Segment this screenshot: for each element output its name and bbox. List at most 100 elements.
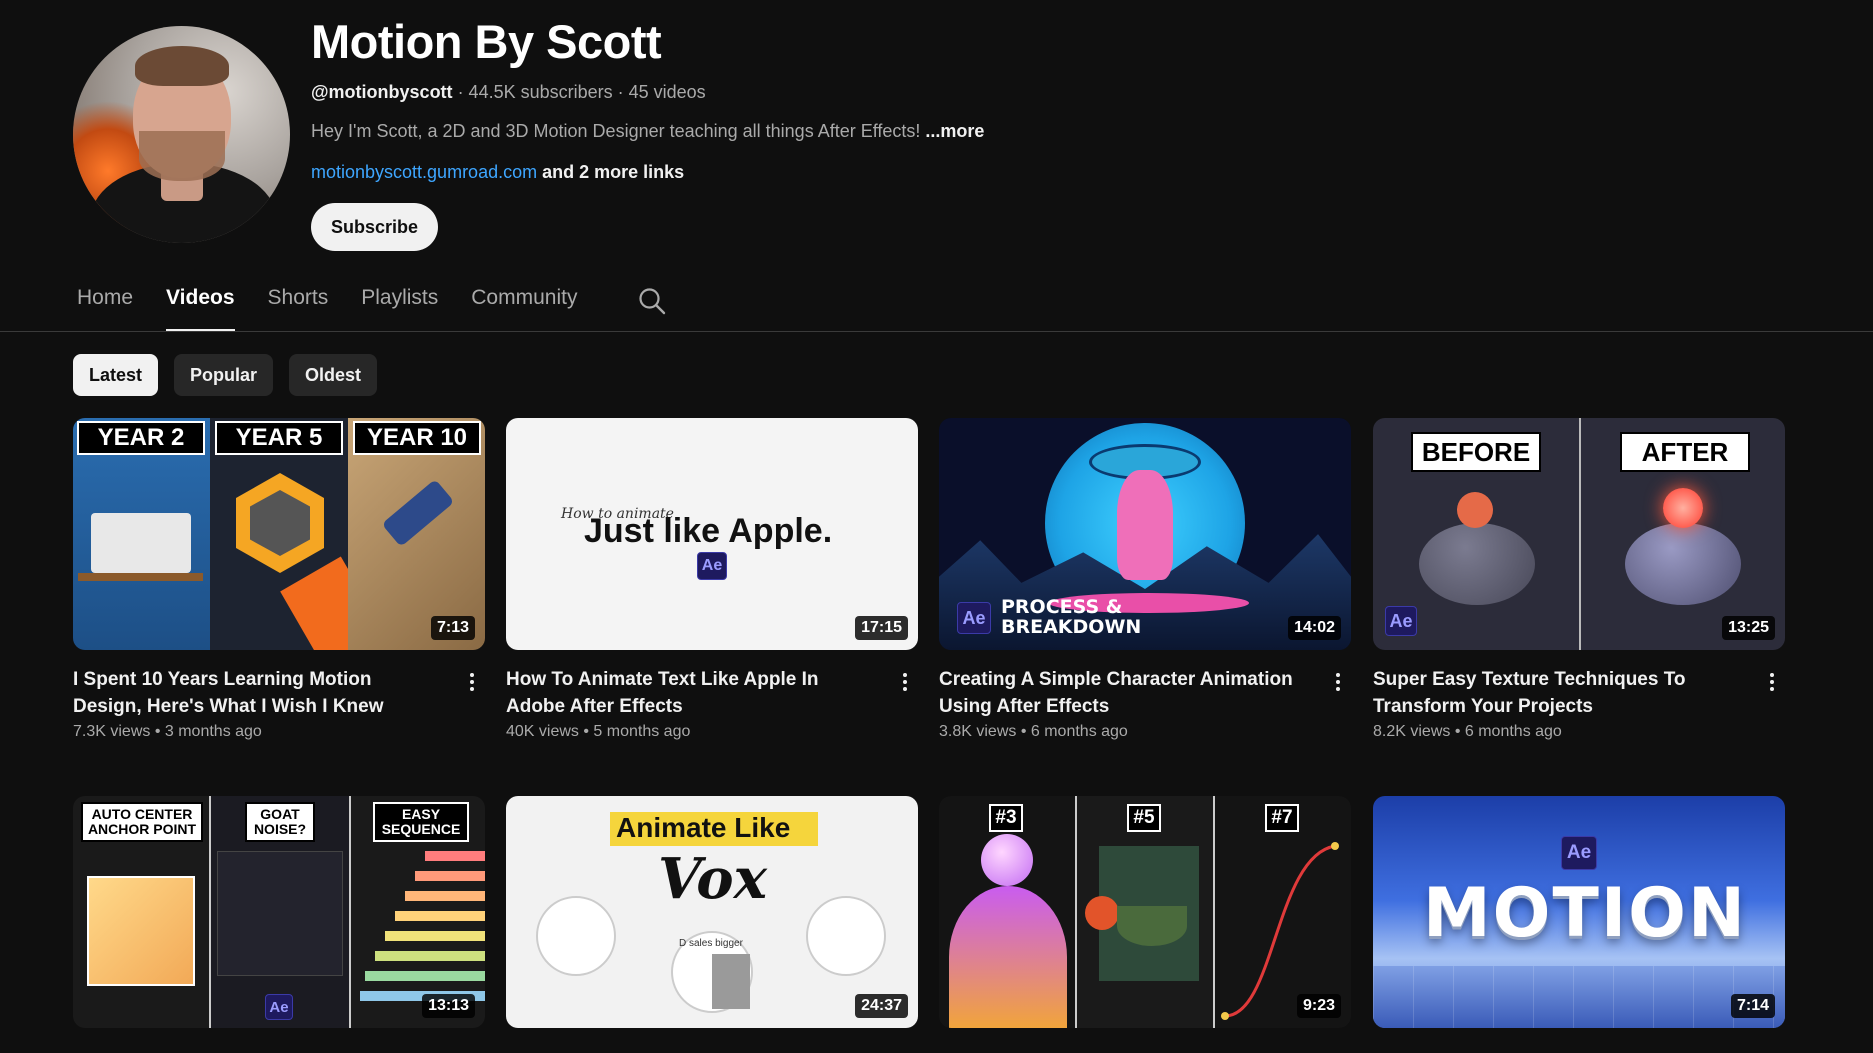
ae-logo-icon: Ae xyxy=(1385,606,1417,636)
video-thumbnail[interactable]: AUTO CENTER ANCHOR POINT GOAT NOISE? EAS… xyxy=(73,796,485,1028)
video-duration: 13:13 xyxy=(422,994,475,1018)
video-card[interactable]: YEAR 2 YEAR 5 YEAR 10 7:13 I Spent 10 Ye… xyxy=(73,418,485,740)
thumb-bar xyxy=(375,951,485,961)
video-thumbnail[interactable]: #3 #5 #7 9:23 xyxy=(939,796,1351,1028)
thumb-bar xyxy=(365,971,485,981)
video-title[interactable]: Super Easy Texture Techniques To Transfo… xyxy=(1373,666,1743,720)
thumb-process-text: PROCESS & xyxy=(1001,596,1123,618)
thumb-label-year10: YEAR 10 xyxy=(353,421,481,455)
thumb-motion-text: MOTION xyxy=(1423,874,1747,953)
video-thumbnail[interactable]: YEAR 2 YEAR 5 YEAR 10 7:13 xyxy=(73,418,485,650)
video-thumbnail[interactable]: How to animate Just like Apple. Ae 17:15 xyxy=(506,418,918,650)
video-meta: 3.8K views • 6 months ago xyxy=(939,723,1128,740)
video-thumbnail[interactable]: Ae MOTION 7:14 xyxy=(1373,796,1785,1028)
video-views: 7.3K views xyxy=(73,723,151,740)
video-thumbnail[interactable]: Ae PROCESS & BREAKDOWN 14:02 xyxy=(939,418,1351,650)
thumb-animate-like-text: Animate Like xyxy=(616,812,791,843)
thumb-sphere xyxy=(981,834,1033,886)
thumb-square xyxy=(87,876,195,986)
thumb-apple-text: Just like Apple. xyxy=(584,512,833,550)
ae-logo-icon: Ae xyxy=(697,552,727,580)
tab-shorts[interactable]: Shorts xyxy=(268,286,329,332)
video-card[interactable]: Animate Like Vox D sales bigger 24:37 xyxy=(506,796,918,1028)
tab-home[interactable]: Home xyxy=(77,286,133,332)
video-meta: 40K views • 5 months ago xyxy=(506,723,691,740)
video-duration: 17:15 xyxy=(855,616,908,640)
subscribe-button[interactable]: Subscribe xyxy=(311,203,438,251)
tab-community[interactable]: Community xyxy=(471,286,577,332)
channel-avatar[interactable] xyxy=(73,26,290,243)
description-text: Hey I'm Scott, a 2D and 3D Motion Design… xyxy=(311,121,926,141)
more-links-button[interactable]: and 2 more links xyxy=(537,162,684,182)
thumb-label-year2: YEAR 2 xyxy=(77,421,205,455)
video-views: 40K views xyxy=(506,723,579,740)
thumb-label-7: #7 xyxy=(1265,804,1299,832)
chip-popular[interactable]: Popular xyxy=(174,354,274,396)
tab-videos[interactable]: Videos xyxy=(166,286,236,332)
thumb-monitor xyxy=(91,513,191,573)
video-title[interactable]: Creating A Simple Character Animation Us… xyxy=(939,666,1309,720)
video-title[interactable]: How To Animate Text Like Apple In Adobe … xyxy=(506,666,876,720)
thumb-label-after: AFTER xyxy=(1620,432,1750,472)
video-title[interactable]: I Spent 10 Years Learning Motion Design,… xyxy=(73,666,443,720)
video-card[interactable]: AUTO CENTER ANCHOR POINT GOAT NOISE? EAS… xyxy=(73,796,485,1028)
more-options-icon[interactable] xyxy=(1767,670,1777,696)
search-icon[interactable] xyxy=(637,286,667,316)
thumb-effects-panel xyxy=(217,851,343,976)
thumb-label-sequence: EASY SEQUENCE xyxy=(373,802,469,842)
thumb-blob xyxy=(949,886,1067,1028)
video-duration: 14:02 xyxy=(1288,616,1341,640)
video-card[interactable]: #3 #5 #7 9:23 xyxy=(939,796,1351,1028)
thumb-ball xyxy=(1663,488,1703,528)
thumb-desk xyxy=(78,573,203,581)
video-age: 6 months ago xyxy=(1030,723,1128,740)
thumb-bar xyxy=(415,871,485,881)
thumb-sales-text: D sales bigger xyxy=(679,938,743,949)
video-card[interactable]: Ae MOTION 7:14 xyxy=(1373,796,1785,1028)
video-card[interactable]: How to animate Just like Apple. Ae 17:15… xyxy=(506,418,918,740)
channel-tabs: Home Videos Shorts Playlists Community xyxy=(77,286,610,332)
thumb-pedestal xyxy=(1419,523,1535,605)
thumb-ball xyxy=(1457,492,1493,528)
video-views: 8.2K views xyxy=(1373,723,1451,740)
thumb-circle-chart xyxy=(536,896,616,976)
video-age: 3 months ago xyxy=(164,723,262,740)
thumb-grid-floor xyxy=(1373,966,1785,1028)
thumb-label-5: #5 xyxy=(1127,804,1161,832)
channel-stats: · 44.5K subscribers · 45 videos xyxy=(452,82,706,102)
more-link[interactable]: ...more xyxy=(925,121,984,141)
video-duration: 7:13 xyxy=(430,616,475,640)
video-views: 3.8K views xyxy=(939,723,1017,740)
video-age: 5 months ago xyxy=(593,723,691,740)
thumb-label-year5: YEAR 5 xyxy=(215,421,343,455)
thumb-bar xyxy=(405,891,485,901)
ae-logo-icon: Ae xyxy=(265,994,293,1020)
video-thumbnail[interactable]: Animate Like Vox D sales bigger 24:37 xyxy=(506,796,918,1028)
thumb-label-anchor: AUTO CENTER ANCHOR POINT xyxy=(81,802,203,842)
video-card[interactable]: BEFORE AFTER Ae 13:25 Super Easy Texture… xyxy=(1373,418,1785,740)
video-meta: 8.2K views • 6 months ago xyxy=(1373,723,1562,740)
chip-latest[interactable]: Latest xyxy=(73,354,159,396)
channel-meta: @motionbyscott · 44.5K subscribers · 45 … xyxy=(311,82,706,103)
thumb-pie-slice xyxy=(712,954,750,1009)
channel-description[interactable]: Hey I'm Scott, a 2D and 3D Motion Design… xyxy=(311,121,984,142)
video-card[interactable]: Ae PROCESS & BREAKDOWN 14:02 Creating A … xyxy=(939,418,1351,740)
video-duration: 7:14 xyxy=(1730,994,1775,1018)
ae-logo-icon: Ae xyxy=(1561,836,1597,870)
thumb-pedestal xyxy=(1625,523,1741,605)
tabs-divider xyxy=(0,331,1873,332)
thumb-bar xyxy=(395,911,485,921)
more-options-icon[interactable] xyxy=(467,670,477,696)
thumb-bar xyxy=(425,851,485,861)
more-options-icon[interactable] xyxy=(900,670,910,696)
more-options-icon[interactable] xyxy=(1333,670,1343,696)
gumroad-link[interactable]: motionbyscott.gumroad.com xyxy=(311,162,537,182)
tab-playlists[interactable]: Playlists xyxy=(361,286,438,332)
thumb-circle-laptop xyxy=(806,896,886,976)
avatar-beard xyxy=(139,131,225,181)
chip-oldest[interactable]: Oldest xyxy=(289,354,378,396)
video-thumbnail[interactable]: BEFORE AFTER Ae 13:25 xyxy=(1373,418,1785,650)
thumb-vox-text: Vox xyxy=(658,846,768,912)
thumb-ball xyxy=(1085,896,1119,930)
thumb-label-3: #3 xyxy=(989,804,1023,832)
